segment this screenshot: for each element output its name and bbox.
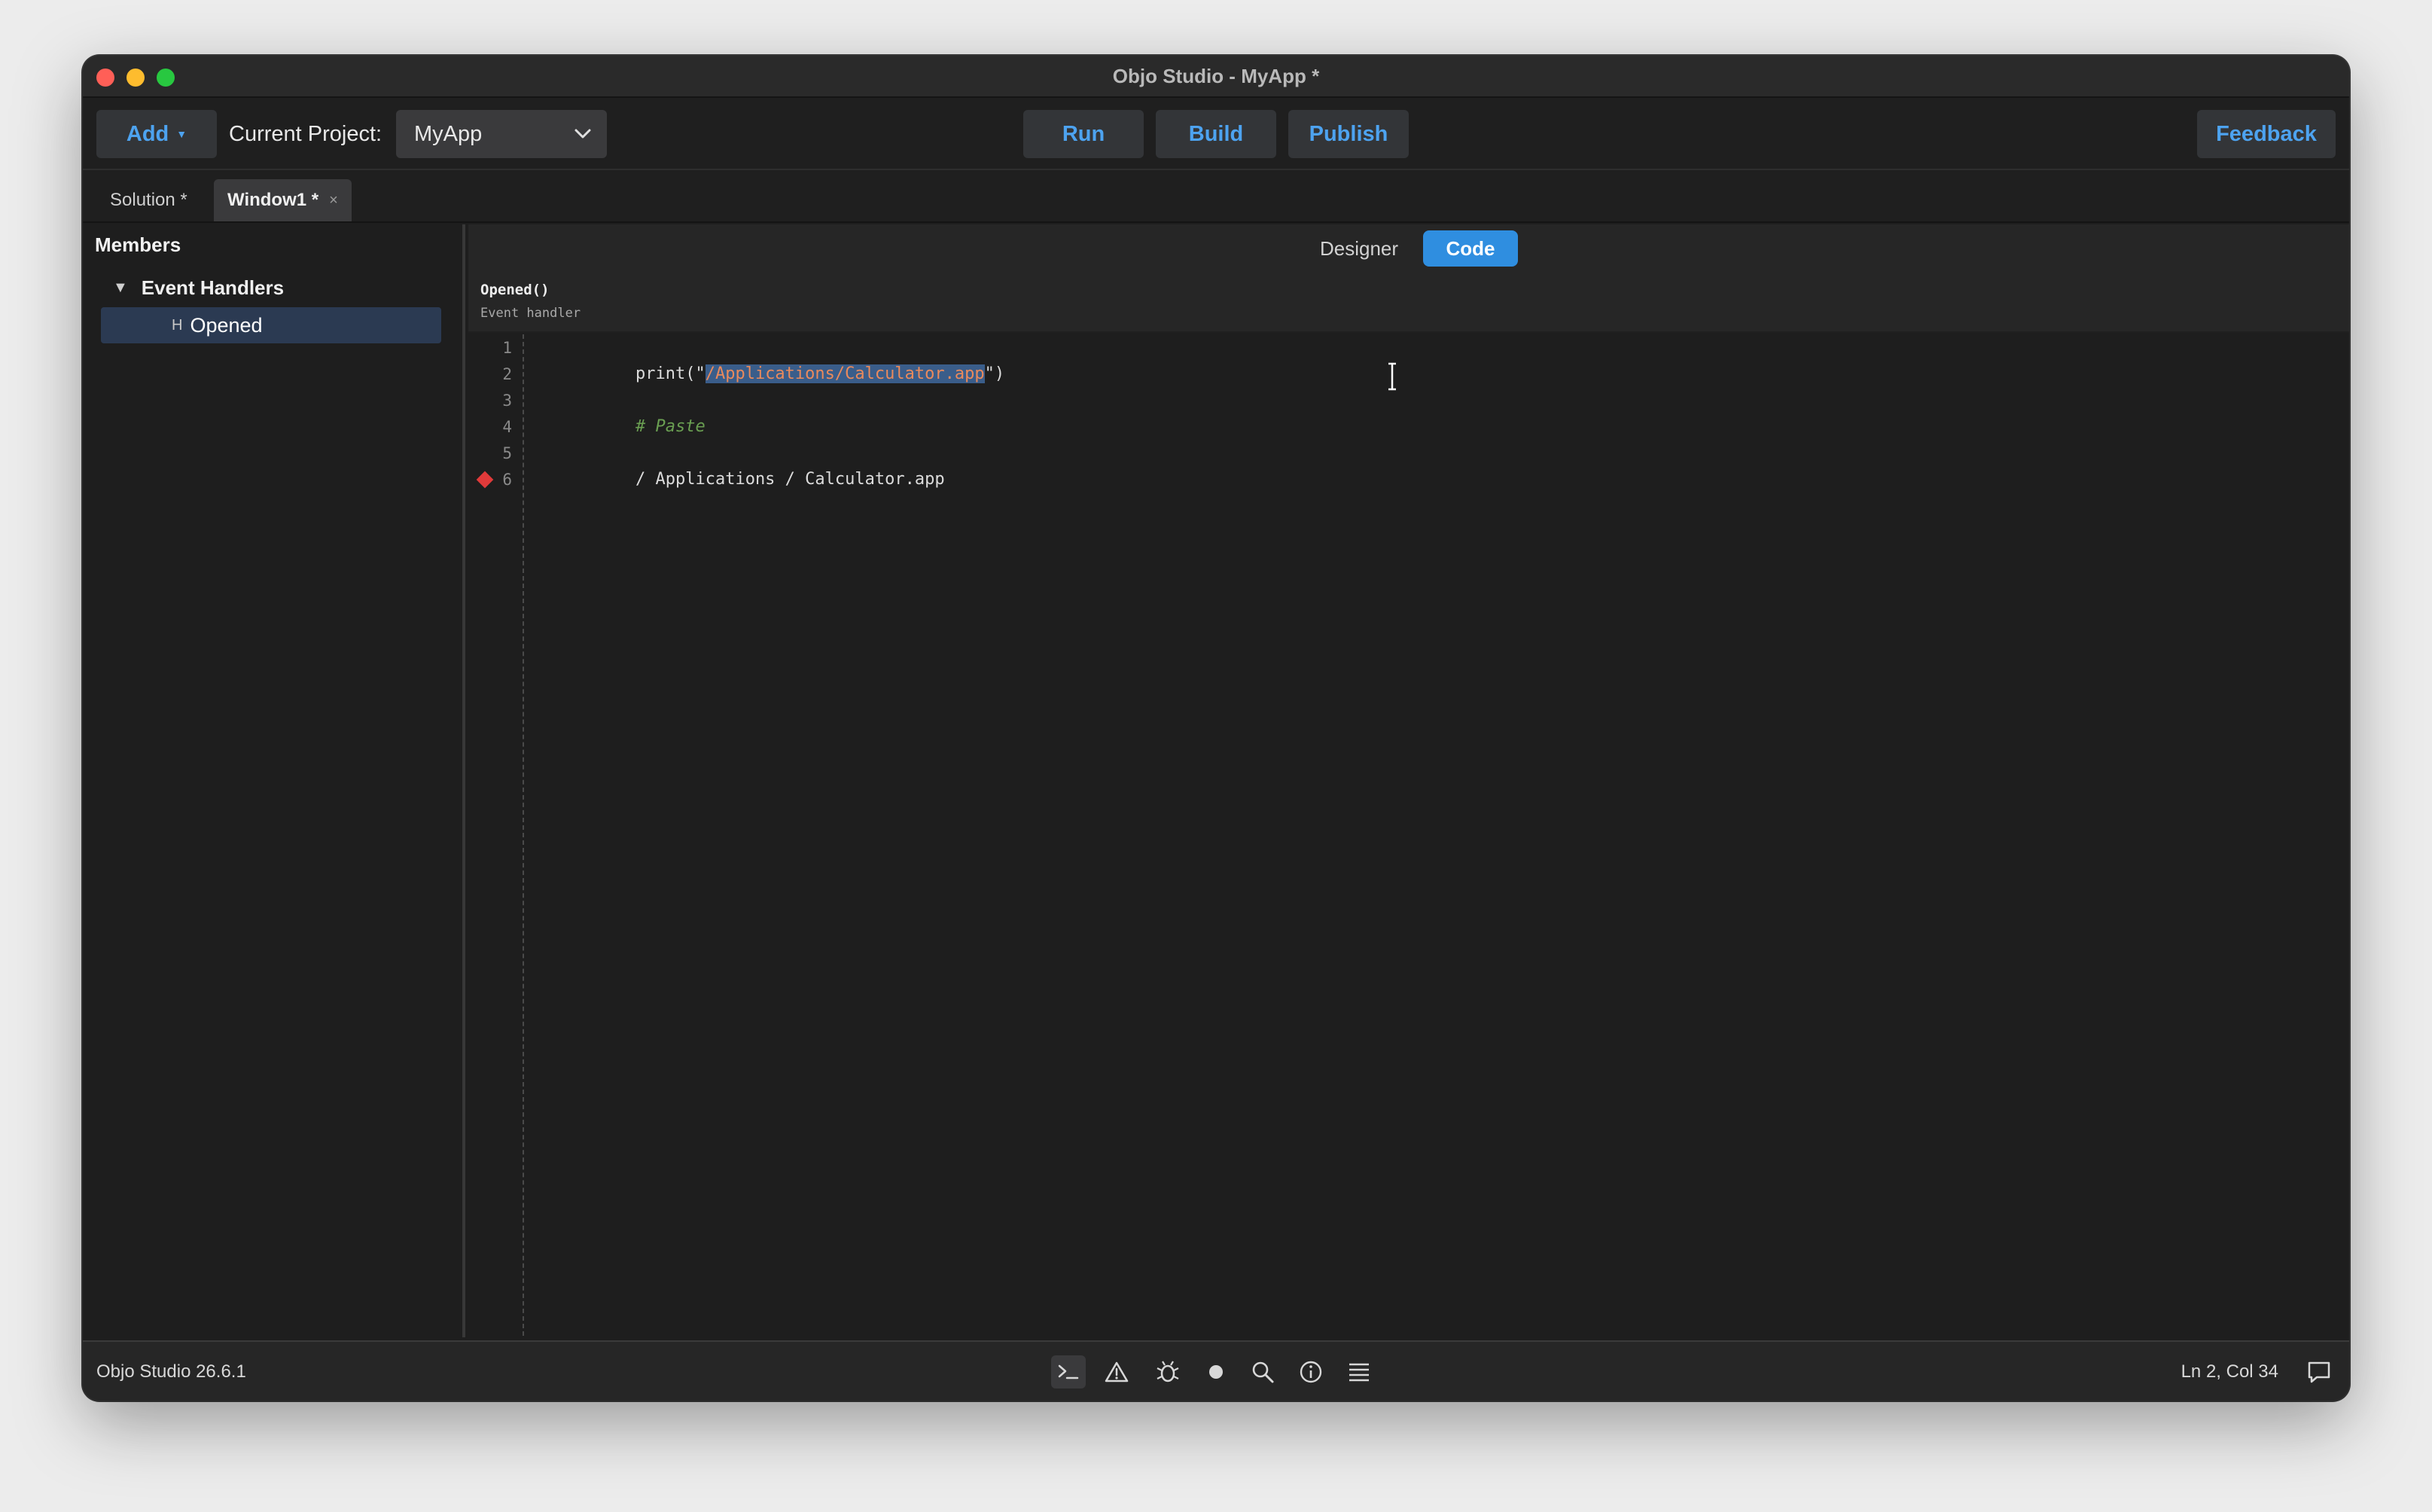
code-line[interactable]: 6 / Applications / Calculator.app <box>468 466 2349 492</box>
window-title: Objo Studio - MyApp * <box>1112 65 1320 87</box>
record-icon[interactable] <box>1199 1355 1233 1389</box>
tab-solution-label: Solution * <box>110 190 187 210</box>
warning-icon[interactable] <box>1099 1355 1134 1389</box>
add-button-label: Add <box>126 121 169 146</box>
current-project-label: Current Project: <box>229 122 382 146</box>
line-number: 3 <box>502 391 512 410</box>
close-tab-icon[interactable]: × <box>329 192 338 209</box>
disclosure-triangle-icon[interactable]: ▼ <box>113 279 128 297</box>
tab-bar: Solution * Window1 * × <box>83 170 2349 223</box>
publish-button[interactable]: Publish <box>1288 110 1409 158</box>
code-editor-panel: Designer Code Opened() Event handler 1 2… <box>468 224 2349 1337</box>
event-handlers-label: Event Handlers <box>141 276 285 299</box>
method-header: Opened() Event handler <box>468 273 2349 333</box>
line-number: 1 <box>502 338 512 357</box>
method-description: Event handler <box>480 306 581 321</box>
line-number: 6 <box>502 470 512 489</box>
code-line[interactable]: 5 <box>468 440 2349 466</box>
build-button[interactable]: Build <box>1156 110 1276 158</box>
terminal-icon[interactable] <box>1051 1355 1086 1389</box>
method-signature: Opened() <box>480 282 550 298</box>
view-segmented-control: Designer Code <box>468 224 2349 273</box>
code-line-text: print("/Applications/Calculator.app") <box>635 364 1004 383</box>
text-cursor-icon <box>1388 362 1396 391</box>
line-number: 2 <box>502 364 512 383</box>
chat-bubble-icon[interactable] <box>2306 1358 2333 1385</box>
line-number: 5 <box>502 444 512 462</box>
search-icon[interactable] <box>1245 1355 1280 1389</box>
tab-solution[interactable]: Solution * <box>96 179 201 221</box>
toolbar: Add ▼ Current Project: MyApp Run Build P… <box>83 98 2349 170</box>
code-line-text: / Applications / Calculator.app <box>635 470 945 489</box>
title-bar: Objo Studio - MyApp * <box>83 56 2349 98</box>
tab-window1-label: Window1 * <box>227 190 319 210</box>
status-bar: Objo Studio 26.6.1 Ln 2, Col 34 <box>83 1340 2349 1401</box>
members-sidebar: Members ▼ Event Handlers H Opened <box>83 224 465 1337</box>
add-button[interactable]: Add ▼ <box>96 110 217 158</box>
chevron-down-icon <box>574 129 591 139</box>
handler-icon: H <box>172 316 183 334</box>
designer-segment[interactable]: Designer <box>1310 230 1408 267</box>
code-line[interactable]: 4 # Paste <box>468 413 2349 440</box>
cursor-position: Ln 2, Col 34 <box>2181 1361 2278 1382</box>
sidebar-item-opened[interactable]: H Opened <box>101 307 441 343</box>
event-handlers-group[interactable]: ▼ Event Handlers <box>113 274 284 301</box>
selected-text: /Applications/Calculator.app <box>705 364 985 383</box>
members-title: Members <box>95 233 181 256</box>
app-window: Objo Studio - MyApp * Add ▼ Current Proj… <box>83 56 2349 1401</box>
code-prefix: print(" <box>635 364 706 383</box>
code-line[interactable]: 1 <box>468 334 2349 361</box>
code-text-area[interactable]: 1 2 print("/Applications/Calculator.app"… <box>468 334 2349 1336</box>
code-line[interactable]: 3 <box>468 387 2349 413</box>
code-comment: # Paste <box>635 417 706 436</box>
list-icon[interactable] <box>1342 1355 1376 1389</box>
run-button[interactable]: Run <box>1023 110 1144 158</box>
sidebar-item-opened-label: Opened <box>190 313 263 337</box>
code-segment[interactable]: Code <box>1423 230 1518 267</box>
version-label: Objo Studio 26.6.1 <box>96 1361 246 1382</box>
info-icon[interactable] <box>1294 1355 1328 1389</box>
project-select[interactable]: MyApp <box>396 110 607 158</box>
line-number: 4 <box>502 417 512 436</box>
project-select-value: MyApp <box>414 121 483 146</box>
code-line[interactable]: 2 print("/Applications/Calculator.app") <box>468 361 2349 387</box>
code-suffix: ") <box>984 364 1005 383</box>
caret-down-icon: ▼ <box>176 128 187 140</box>
tab-window1[interactable]: Window1 * × <box>214 179 352 221</box>
bug-icon[interactable] <box>1150 1355 1185 1389</box>
feedback-button[interactable]: Feedback <box>2197 110 2336 158</box>
